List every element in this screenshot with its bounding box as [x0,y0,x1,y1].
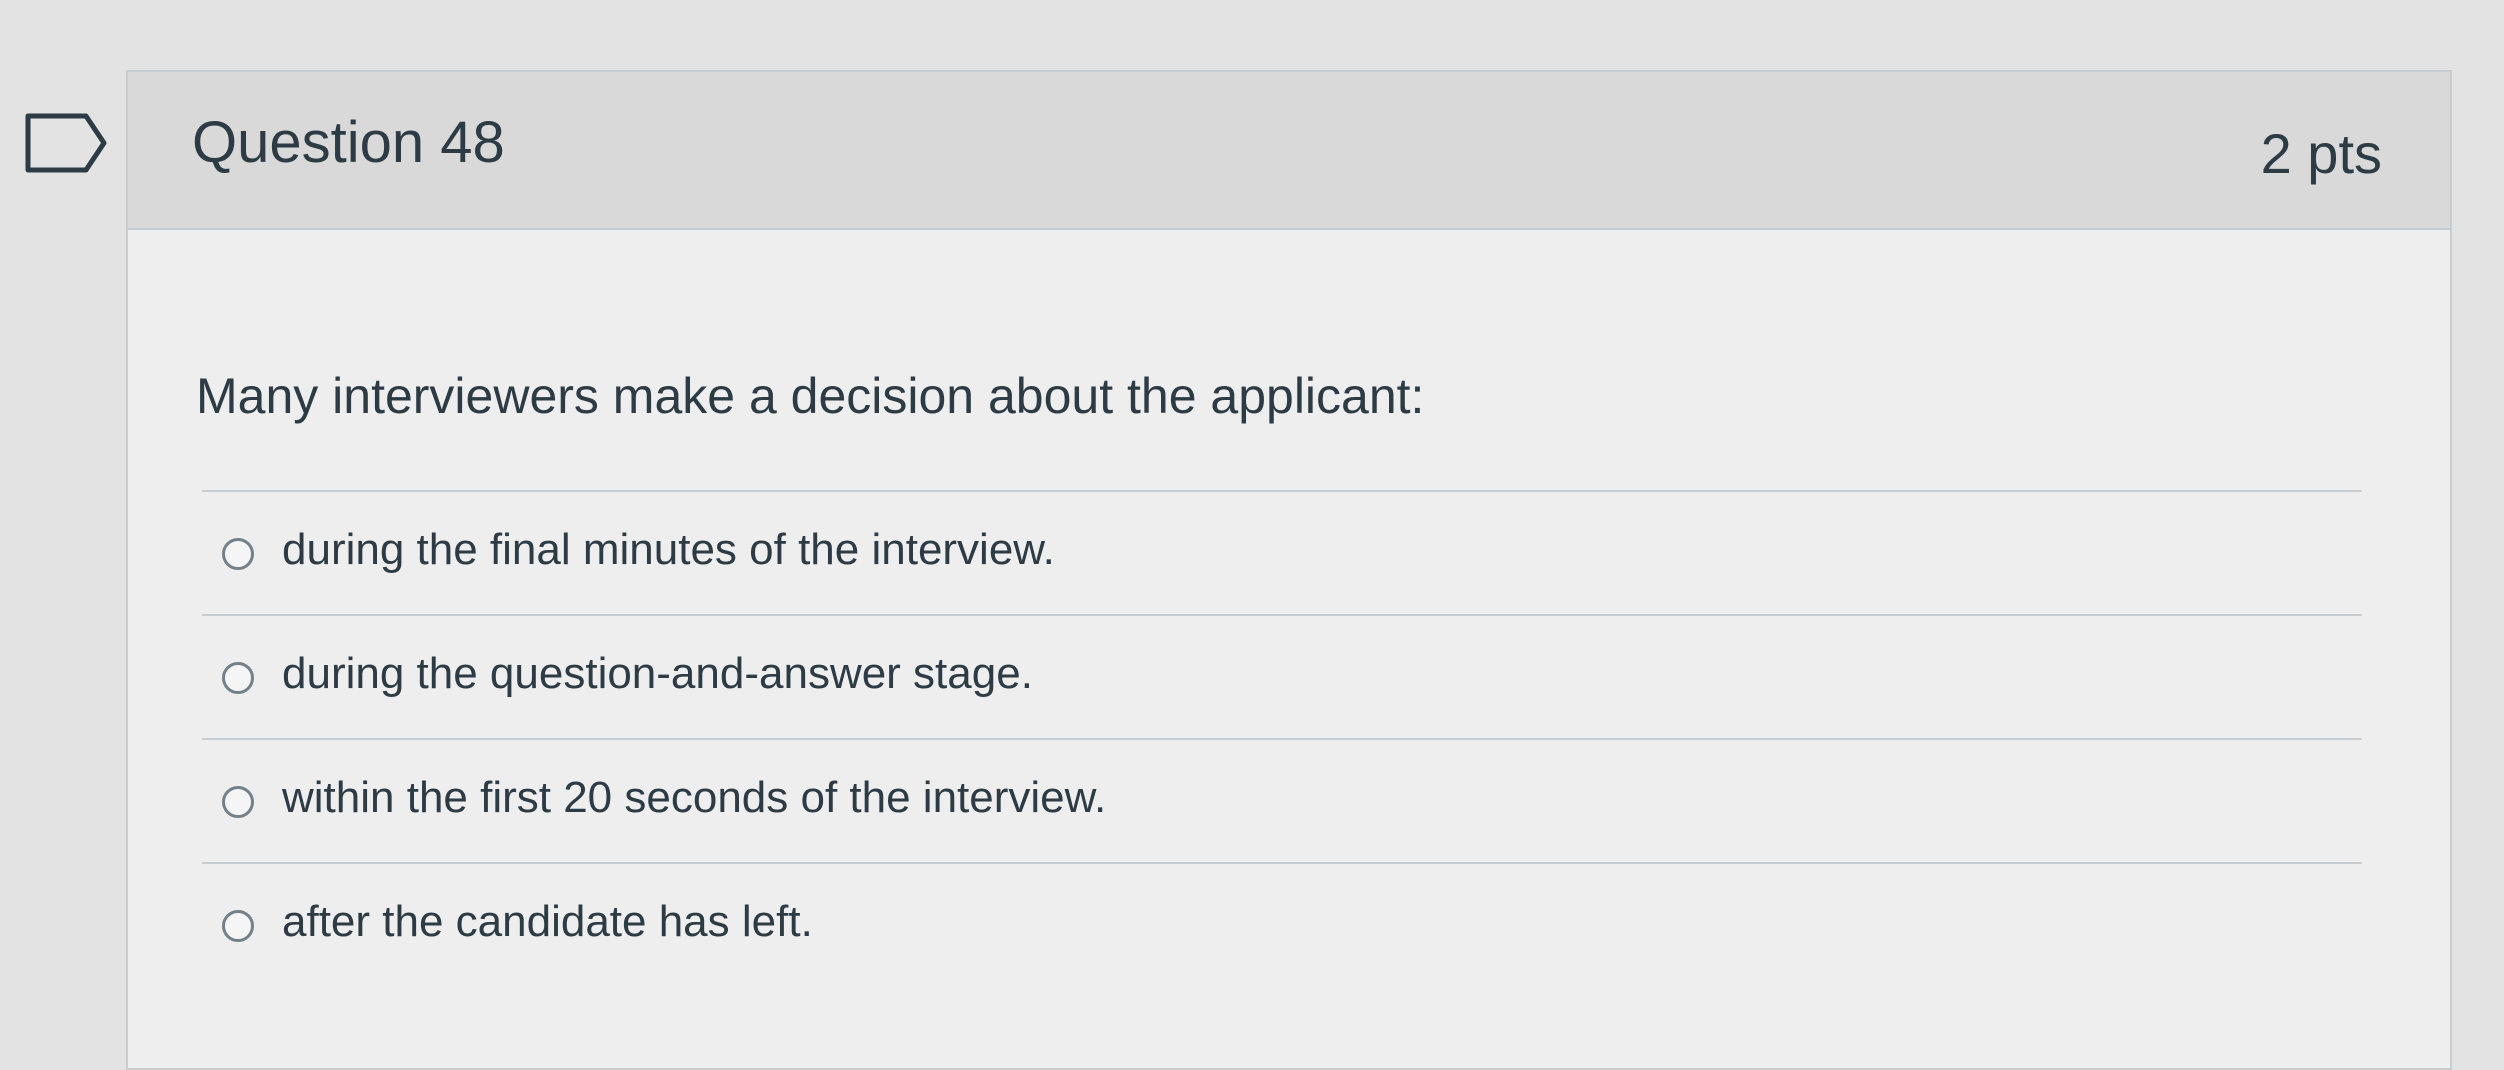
question-card: Question 48 2 pts Many interviewers make… [126,70,2452,1070]
radio-button[interactable] [222,910,254,942]
answer-label[interactable]: during the final minutes of the intervie… [282,520,1055,580]
answer-option[interactable]: within the first 20 seconds of the inter… [202,738,2362,862]
flag-question-icon[interactable] [24,112,108,174]
radio-button[interactable] [222,538,254,570]
question-points: 2 pts [2260,122,2382,185]
answer-label[interactable]: after the candidate has left. [282,892,813,952]
radio-button[interactable] [222,786,254,818]
answer-label[interactable]: within the first 20 seconds of the inter… [282,768,1106,828]
answer-option[interactable]: after the candidate has left. [202,862,2362,986]
answer-option[interactable]: during the question-and-answer stage. [202,614,2362,738]
answer-option[interactable]: during the final minutes of the intervie… [202,490,2362,614]
answer-list: during the final minutes of the intervie… [202,490,2362,986]
question-text: Many interviewers make a decision about … [196,368,1425,424]
answer-label[interactable]: during the question-and-answer stage. [282,644,1033,704]
question-header: Question 48 2 pts [128,72,2450,230]
question-title: Question 48 [192,110,505,175]
radio-button[interactable] [222,662,254,694]
